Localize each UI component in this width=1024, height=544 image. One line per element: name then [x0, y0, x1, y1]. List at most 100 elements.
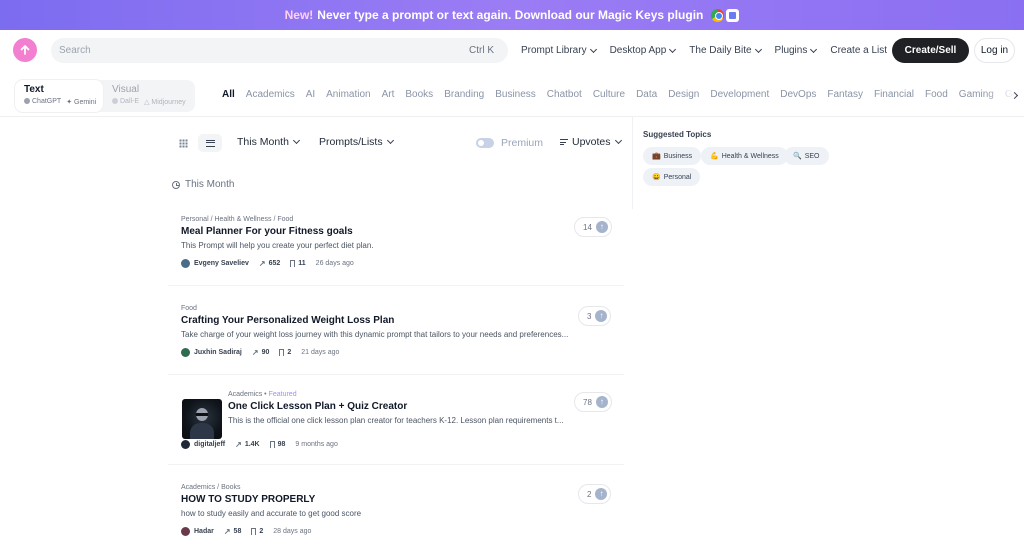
card-author[interactable]: Evgeny Saveliev [181, 259, 249, 268]
type-dropdown[interactable]: Prompts/Lists [319, 136, 394, 148]
nav-desktop-app[interactable]: Desktop App [610, 45, 677, 56]
category-tab-books[interactable]: Books [405, 89, 433, 103]
avatar [181, 348, 190, 357]
arrow-up-icon: ↑ [595, 488, 608, 500]
upvote-button[interactable]: 78 ↑ [574, 392, 612, 412]
category-tab-culture[interactable]: Culture [593, 89, 625, 103]
dalle-icon [112, 98, 118, 104]
nav-prompt-library[interactable]: Prompt Library [521, 45, 597, 56]
prompt-card[interactable]: Personal / Health & Wellness / Food Meal… [168, 208, 624, 286]
mode-text[interactable]: Text ChatGPT ✦ Gemini [15, 80, 103, 112]
category-tabs: All Academics AI Animation Art Books Branding B… [222, 89, 1024, 103]
chatgpt-label: ChatGPT [24, 98, 61, 106]
category-tab-animation[interactable]: Animation [326, 89, 370, 103]
category-tab-branding[interactable]: Branding [444, 89, 484, 103]
category-tab-business[interactable]: Business [495, 89, 536, 103]
premium-toggle[interactable] [476, 138, 494, 148]
featured-badge: Featured [268, 391, 297, 398]
briefcase-icon: 💼 [652, 153, 661, 160]
chatgpt-icon [24, 98, 30, 104]
card-breadcrumb[interactable]: Academics / Books [181, 484, 624, 491]
promo-banner[interactable]: New! Never type a prompt or text again. … [0, 0, 1024, 30]
prompt-card[interactable]: Academics • Featured One Click Lesson Pl… [168, 383, 624, 465]
nav-label: Prompt Library [521, 45, 587, 56]
card-title[interactable]: One Click Lesson Plan + Quiz Creator [228, 401, 624, 412]
upvote-button[interactable]: 2 ↑ [578, 484, 612, 504]
category-tab-design[interactable]: Design [668, 89, 699, 103]
mode-visual[interactable]: Visual Dall-E △ Midjourney [103, 80, 191, 112]
grid-view-button[interactable] [174, 134, 192, 152]
category-tab-financial[interactable]: Financial [874, 89, 914, 103]
logo-icon[interactable] [13, 38, 37, 62]
topic-chip-health[interactable]: 💪 Health & Wellness [701, 147, 788, 165]
card-description: how to study easily and accurate to get … [181, 509, 362, 518]
vote-count: 78 [583, 397, 592, 407]
chevron-down-icon [810, 45, 818, 53]
nav-create-list[interactable]: Create a List [830, 45, 887, 56]
clock-icon [172, 180, 180, 189]
card-views: ↗ 652 [258, 259, 281, 268]
nav-plugins[interactable]: Plugins [775, 45, 818, 56]
card-views: ↗ 58 [223, 527, 242, 536]
plugin-icons [711, 8, 740, 22]
banner-text[interactable]: Never type a prompt or text again. Downl… [317, 8, 703, 22]
top-header: Search Ctrl K Prompt Library Desktop App… [0, 30, 1024, 72]
category-tab-food[interactable]: Food [925, 89, 948, 103]
card-title[interactable]: HOW TO STUDY PROPERLY [181, 494, 624, 505]
login-button[interactable]: Log in [974, 38, 1015, 63]
card-breadcrumb[interactable]: Academics • Featured [228, 391, 624, 398]
search-input[interactable]: Search Ctrl K [51, 38, 508, 63]
card-title[interactable]: Meal Planner For your Fitness goals [181, 226, 624, 237]
category-tab-fantasy[interactable]: Fantasy [827, 89, 863, 103]
category-tab-academics[interactable]: Academics [246, 89, 295, 103]
card-breadcrumb[interactable]: Personal / Health & Wellness / Food [181, 216, 624, 223]
category-tab-art[interactable]: Art [382, 89, 395, 103]
section-heading: This Month [172, 179, 234, 190]
bookmark-icon [279, 349, 285, 356]
sort-dropdown[interactable]: Upvotes [572, 136, 622, 148]
card-author[interactable]: Juxhin Sadiraj [181, 348, 242, 357]
card-title[interactable]: Crafting Your Personalized Weight Loss P… [181, 315, 624, 326]
card-author[interactable]: digitaljeff [181, 440, 225, 449]
nav-label: The Daily Bite [689, 45, 752, 56]
header-divider [0, 116, 1024, 117]
prompt-card[interactable]: Academics / Books HOW TO STUDY PROPERLY … [168, 476, 624, 544]
avatar [181, 259, 190, 268]
topic-chip-business[interactable]: 💼 Business [643, 147, 702, 165]
card-saves: 98 [269, 441, 285, 448]
upvote-button[interactable]: 14 ↑ [574, 217, 612, 237]
trend-icon: ↗ [223, 527, 231, 536]
category-tab-chatbot[interactable]: Chatbot [547, 89, 582, 103]
card-author[interactable]: Hadar [181, 527, 214, 536]
prompt-card[interactable]: Food Crafting Your Personalized Weight L… [168, 297, 624, 375]
period-dropdown[interactable]: This Month [237, 136, 300, 148]
type-label: Prompts/Lists [319, 136, 383, 148]
nav-daily-bite[interactable]: The Daily Bite [689, 45, 762, 56]
premium-label: Premium [501, 137, 544, 149]
card-thumbnail[interactable] [182, 399, 222, 439]
avatar [181, 440, 190, 449]
content-mode-switch: Text ChatGPT ✦ Gemini Visual Dall-E △ Mi… [15, 80, 195, 112]
category-tab-all[interactable]: All [222, 89, 235, 103]
category-tab-devops[interactable]: DevOps [780, 89, 816, 103]
banner-new-label: New! [284, 8, 314, 22]
topic-chip-personal[interactable]: 😀 Personal [643, 168, 701, 186]
topic-chip-seo[interactable]: 🔍 SEO [784, 147, 829, 165]
category-tab-data[interactable]: Data [636, 89, 657, 103]
list-view-button[interactable] [198, 134, 222, 152]
search-placeholder: Search [59, 45, 91, 56]
card-description: This Prompt will help you create your pe… [181, 241, 374, 250]
upvote-button[interactable]: 3 ↑ [578, 306, 612, 326]
chevron-down-icon [589, 45, 597, 53]
card-breadcrumb[interactable]: Food [181, 305, 624, 312]
trend-icon: ↗ [235, 440, 242, 449]
bookmark-icon [269, 441, 275, 448]
list-icon [205, 139, 215, 147]
arrow-up-icon: ↑ [595, 396, 608, 408]
card-description: This is the official one click lesson pl… [228, 416, 564, 425]
search-shortcut: Ctrl K [469, 45, 494, 56]
create-sell-button[interactable]: Create/Sell [892, 38, 969, 63]
category-tab-ai[interactable]: AI [306, 89, 315, 103]
category-tab-development[interactable]: Development [710, 89, 769, 103]
category-fade [984, 84, 1024, 108]
